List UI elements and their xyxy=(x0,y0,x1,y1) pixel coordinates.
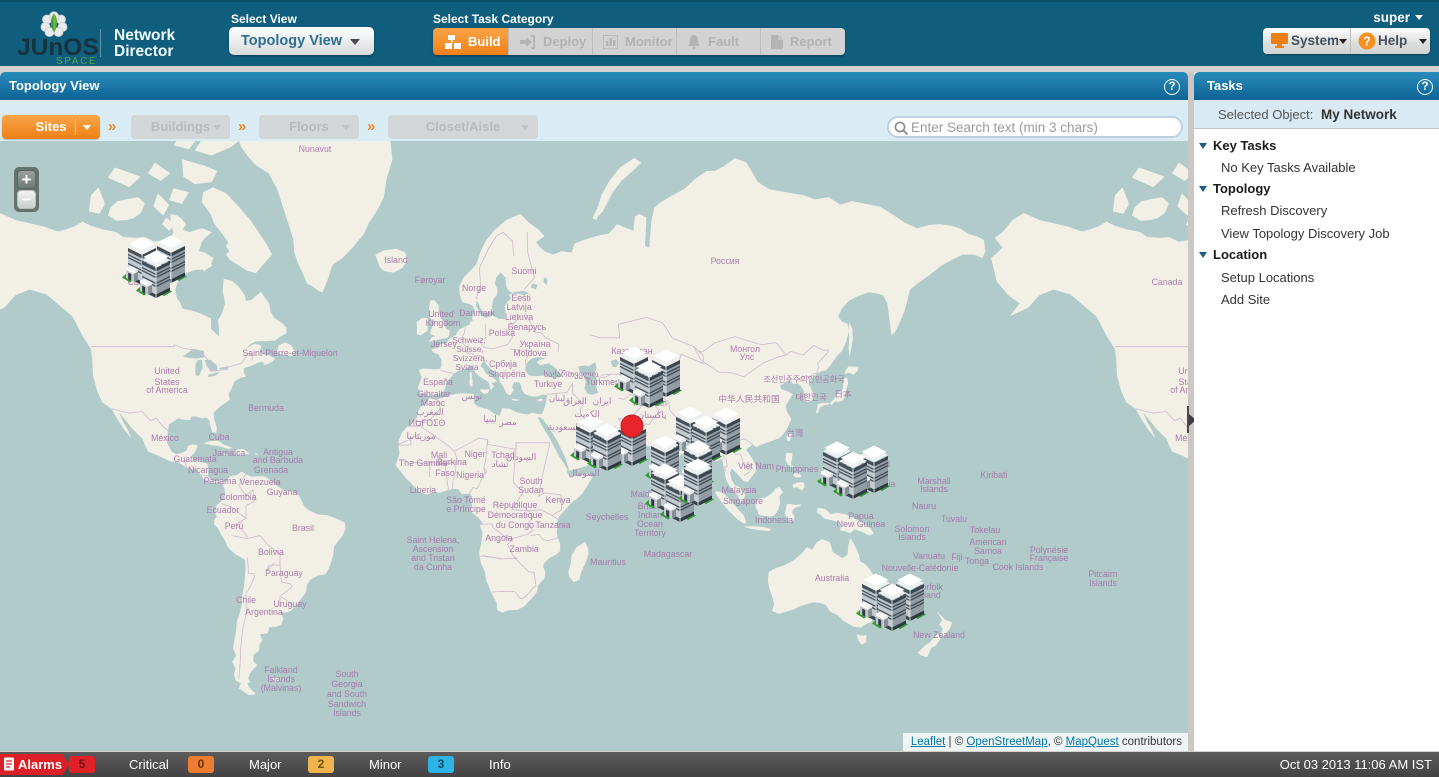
svg-text:?: ? xyxy=(1363,35,1371,49)
svg-text:SPACE: SPACE xyxy=(56,56,97,67)
